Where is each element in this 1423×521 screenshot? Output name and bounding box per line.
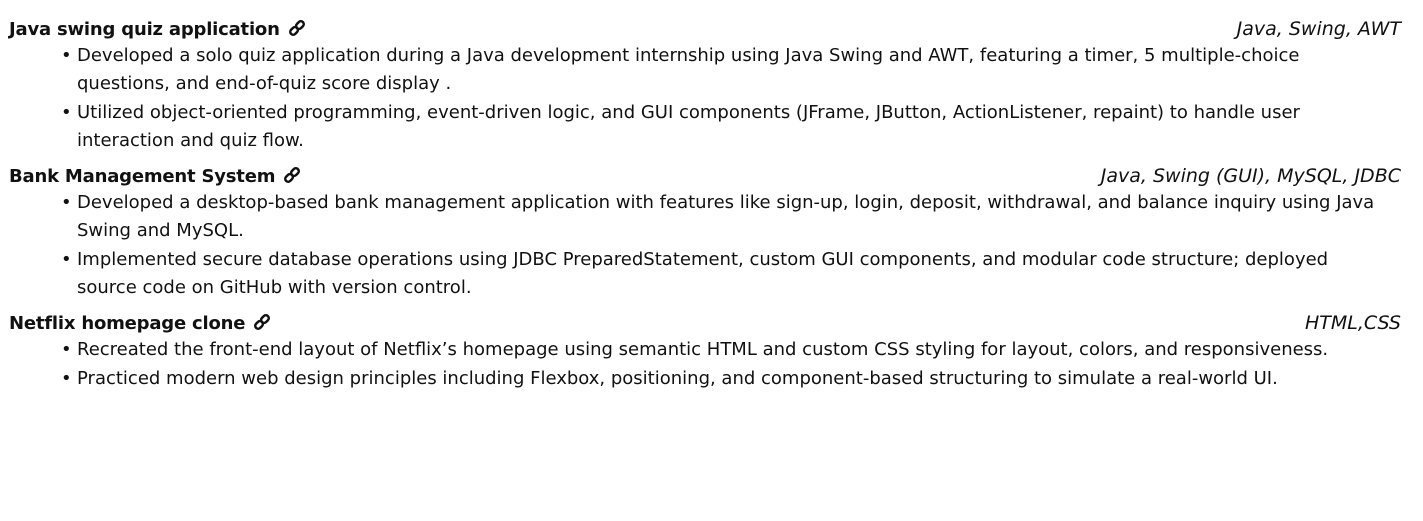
project-title: Java swing quiz application bbox=[9, 18, 307, 40]
project-bullets: Recreated the front-end layout of Netfli… bbox=[9, 336, 1401, 393]
project-header: Java swing quiz application Java, Swing,… bbox=[9, 18, 1401, 42]
project-tech-stack: Java, Swing, AWT bbox=[1236, 18, 1401, 40]
project-title: Bank Management System bbox=[9, 165, 302, 187]
link-icon[interactable] bbox=[287, 18, 307, 38]
project-header: Netflix homepage clone HTML,CSS bbox=[9, 312, 1401, 336]
list-item: Developed a solo quiz application during… bbox=[61, 42, 1401, 98]
project-tech-stack: Java, Swing (GUI), MySQL, JDBC bbox=[1100, 165, 1401, 187]
list-item: Practiced modern web design principles i… bbox=[61, 365, 1401, 393]
link-icon[interactable] bbox=[282, 165, 302, 185]
project-title-text: Netflix homepage clone bbox=[9, 313, 246, 334]
project-bullets: Developed a desktop-based bank managemen… bbox=[9, 189, 1401, 302]
projects-section: Java swing quiz application Java, Swing,… bbox=[0, 0, 1423, 521]
list-item: Developed a desktop-based bank managemen… bbox=[61, 189, 1401, 245]
project-title-text: Java swing quiz application bbox=[9, 19, 280, 40]
project-entry: Java swing quiz application Java, Swing,… bbox=[9, 18, 1401, 155]
project-title: Netflix homepage clone bbox=[9, 312, 272, 334]
list-item: Recreated the front-end layout of Netfli… bbox=[61, 336, 1401, 364]
link-icon[interactable] bbox=[252, 312, 272, 332]
list-item: Utilized object-oriented programming, ev… bbox=[61, 99, 1401, 155]
project-bullets: Developed a solo quiz application during… bbox=[9, 42, 1401, 155]
project-entry: Netflix homepage clone HTML,CSS Recreate… bbox=[9, 312, 1401, 393]
project-entry: Bank Management System Java, Swing (GUI)… bbox=[9, 165, 1401, 302]
project-header: Bank Management System Java, Swing (GUI)… bbox=[9, 165, 1401, 189]
project-tech-stack: HTML,CSS bbox=[1305, 312, 1401, 334]
list-item: Implemented secure database operations u… bbox=[61, 246, 1401, 302]
project-title-text: Bank Management System bbox=[9, 166, 276, 187]
